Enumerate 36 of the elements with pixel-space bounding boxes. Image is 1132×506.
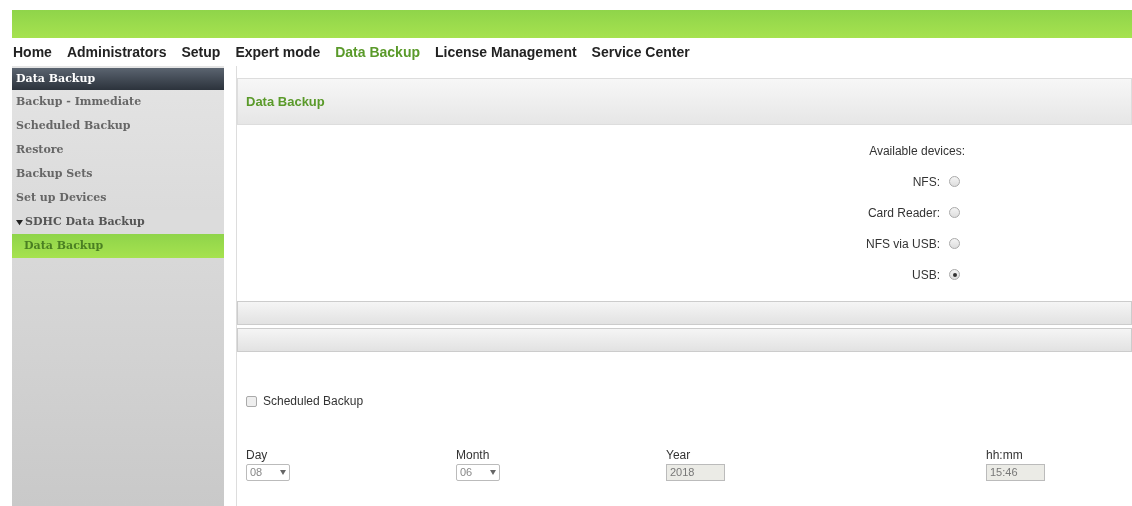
scheduled-backup-checkbox[interactable]: Scheduled Backup bbox=[246, 392, 364, 410]
radio-button[interactable] bbox=[949, 207, 960, 218]
radio-button[interactable] bbox=[949, 176, 960, 187]
sidebar-item[interactable]: Set up Devices bbox=[12, 186, 224, 210]
dropdown[interactable]: 06 bbox=[456, 464, 500, 481]
field-label: Month bbox=[456, 447, 490, 464]
dropdown[interactable]: 08 bbox=[246, 464, 290, 481]
sidebar-item[interactable]: Data Backup bbox=[12, 234, 224, 258]
available-devices-label: Available devices: bbox=[869, 143, 965, 160]
field-label: Year bbox=[666, 447, 691, 464]
sidebar-item[interactable]: Scheduled Backup bbox=[12, 114, 224, 138]
device-label: Card Reader: bbox=[867, 204, 940, 222]
nav-link[interactable]: Home bbox=[13, 41, 52, 63]
input-field[interactable]: 15:46 bbox=[986, 464, 1045, 481]
nav-link[interactable]: Expert mode bbox=[235, 41, 321, 63]
field-label: hh:mm bbox=[986, 447, 1023, 464]
radio-button[interactable] bbox=[949, 269, 960, 280]
input-field[interactable]: 2018 bbox=[666, 464, 725, 481]
nav-link[interactable]: Data Backup bbox=[335, 41, 420, 63]
panel-title: Data Backup bbox=[237, 78, 1132, 125]
sidebar-item[interactable]: Backup Sets bbox=[12, 162, 224, 186]
field-label: Day bbox=[246, 447, 268, 464]
caret-down-icon[interactable] bbox=[280, 470, 286, 475]
device-label: NFS: bbox=[912, 173, 940, 191]
nav-link[interactable]: Setup bbox=[181, 41, 221, 63]
sidebar-title: Data Backup bbox=[12, 68, 224, 90]
caret-down-icon[interactable] bbox=[490, 470, 496, 475]
device-label: NFS via USB: bbox=[866, 235, 940, 253]
radio-button[interactable] bbox=[949, 238, 960, 249]
nav-link[interactable]: Administrators bbox=[66, 41, 167, 63]
nav-link[interactable]: License Management bbox=[435, 41, 577, 63]
caret-down-icon[interactable] bbox=[16, 218, 23, 226]
sidebar-item[interactable]: Backup - Immediate bbox=[12, 90, 224, 114]
sidebar-item[interactable]: Restore bbox=[12, 138, 224, 162]
device-label: USB: bbox=[912, 266, 940, 284]
nav-link[interactable]: Service Center bbox=[591, 41, 690, 63]
